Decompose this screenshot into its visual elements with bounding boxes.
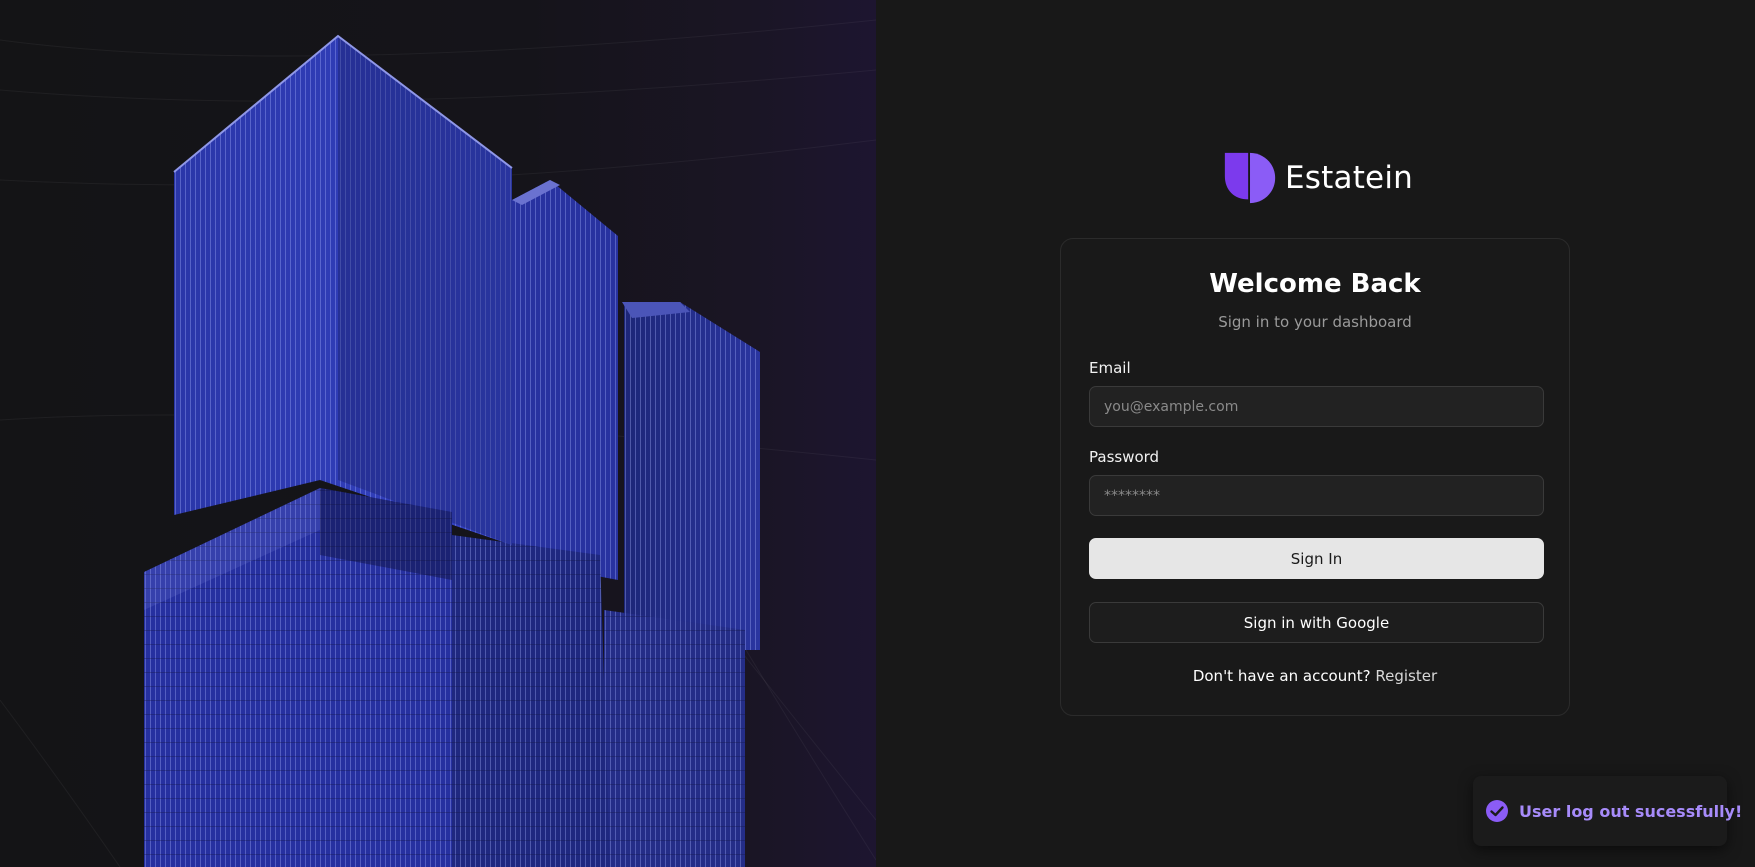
password-field[interactable] bbox=[1089, 475, 1544, 516]
page-subtitle: Sign in to your dashboard bbox=[1218, 313, 1412, 331]
check-circle-icon bbox=[1486, 800, 1508, 822]
login-card: Welcome Back Sign in to your dashboard E… bbox=[1060, 238, 1570, 716]
toast-message: User log out sucessfully! bbox=[1519, 801, 1743, 821]
brand-name: Estatein bbox=[1285, 160, 1413, 196]
building-image bbox=[0, 19, 876, 867]
google-sign-in-button[interactable]: Sign in with Google bbox=[1089, 602, 1544, 643]
hero-panel bbox=[0, 0, 876, 867]
email-label: Email bbox=[1089, 359, 1131, 377]
app-root: Estatein Welcome Back Sign in to your da… bbox=[0, 0, 1755, 867]
page-title: Welcome Back bbox=[1209, 269, 1421, 299]
estatein-logo-icon bbox=[1224, 152, 1276, 204]
register-link[interactable]: Register bbox=[1375, 667, 1437, 685]
sign-in-button[interactable]: Sign In bbox=[1089, 538, 1544, 579]
register-prompt: Don't have an account? Register bbox=[1061, 667, 1569, 685]
brand-header: Estatein bbox=[1223, 148, 1413, 208]
no-account-text: Don't have an account? bbox=[1192, 667, 1371, 685]
email-field[interactable] bbox=[1089, 386, 1544, 427]
toast-notification: User log out sucessfully! bbox=[1473, 776, 1742, 846]
password-label: Password bbox=[1089, 448, 1160, 466]
